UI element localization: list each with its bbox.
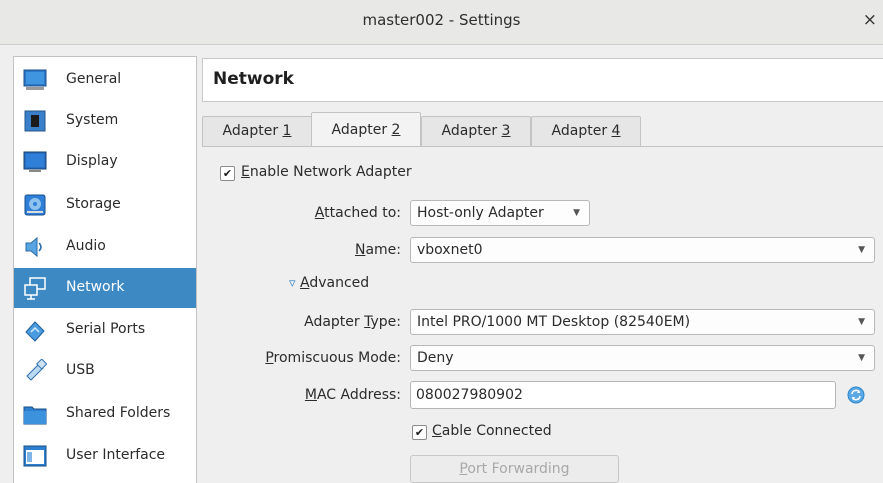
sidebar-item-shared-folders[interactable]: Shared Folders [14, 394, 196, 434]
mac-address-label: MAC Address: [304, 387, 401, 403]
promiscuous-mode-select[interactable]: Deny ▼ [410, 345, 875, 371]
adapter-panel: ✔ Enable Network Adapter Attached to: Ho… [202, 146, 883, 483]
window-titlebar: master002 - Settings × [0, 0, 883, 45]
attached-to-label: Attached to: [314, 205, 401, 221]
chevron-down-icon: ▼ [573, 208, 580, 218]
attached-to-select[interactable]: Host-only Adapter ▼ [410, 200, 590, 226]
promiscuous-mode-label: Promiscuous Mode: [265, 350, 401, 366]
display-icon [23, 151, 47, 172]
sidebar-item-network[interactable]: Network [14, 268, 196, 308]
cable-connected-label: Cable Connected [432, 423, 552, 439]
chevron-down-icon: ▼ [858, 245, 865, 255]
folder-icon [23, 406, 47, 425]
sidebar-item-user-interface[interactable]: User Interface [14, 436, 196, 476]
enable-adapter-label: Enable Network Adapter [241, 164, 412, 180]
mac-address-input[interactable]: 080027980902 [410, 381, 836, 409]
monitor-icon [23, 69, 47, 90]
sidebar-item-label: Display [66, 153, 118, 169]
ui-icon [23, 445, 47, 467]
sidebar-item-label: Storage [66, 196, 121, 212]
page-header: Network [202, 58, 883, 102]
chip-icon [24, 110, 46, 132]
tab-adapter-2[interactable]: Adapter 2 [311, 112, 421, 147]
sidebar-item-label: User Interface [66, 447, 166, 463]
sidebar-item-general[interactable]: General [14, 60, 196, 100]
sidebar-item-label: Network [66, 279, 125, 295]
enable-adapter-checkbox[interactable]: ✔ [220, 166, 235, 181]
name-label: Name: [354, 242, 401, 258]
name-select[interactable]: vboxnet0 ▼ [410, 237, 875, 263]
sidebar-item-storage[interactable]: Storage [14, 185, 196, 225]
tab-adapter-3[interactable]: Adapter 3 [421, 116, 531, 146]
network-icon [24, 277, 46, 300]
expand-triangle-icon: ▿ [289, 276, 296, 291]
sidebar-item-audio[interactable]: Audio [14, 227, 196, 267]
disk-icon [24, 194, 46, 216]
sidebar-item-usb[interactable]: USB [14, 351, 196, 391]
sidebar-item-label: Audio [66, 238, 106, 254]
sidebar-item-serial-ports[interactable]: Serial Ports [14, 310, 196, 350]
sidebar-item-system[interactable]: System [14, 101, 196, 141]
cable-connected-checkbox[interactable]: ✔ [412, 425, 427, 440]
serial-icon [25, 321, 45, 342]
refresh-icon[interactable] [847, 386, 865, 404]
window-title: master002 - Settings [362, 11, 521, 29]
sidebar-item-display[interactable]: Display [14, 142, 196, 182]
close-button[interactable]: × [863, 10, 877, 30]
adapter-type-label: Adapter Type: [304, 314, 401, 330]
advanced-toggle[interactable]: ▿ Advanced [289, 275, 369, 291]
sidebar-item-label: USB [66, 362, 95, 378]
sidebar-item-label: Shared Folders [66, 405, 171, 421]
page-title: Network [213, 69, 294, 89]
port-forwarding-button[interactable]: Port Forwarding [410, 455, 619, 483]
chevron-down-icon: ▼ [858, 317, 865, 327]
usb-icon [26, 359, 47, 381]
sidebar-item-label: System [66, 112, 119, 128]
tab-adapter-4[interactable]: Adapter 4 [531, 116, 641, 146]
sidebar-item-label: General [66, 71, 122, 87]
chevron-down-icon: ▼ [858, 353, 865, 363]
settings-sidebar: General System Display Storage Audio Net… [13, 56, 197, 483]
adapter-type-select[interactable]: Intel PRO/1000 MT Desktop (82540EM) ▼ [410, 309, 875, 335]
tab-adapter-1[interactable]: Adapter 1 [202, 116, 312, 146]
speaker-icon [25, 236, 42, 258]
sidebar-item-label: Serial Ports [66, 321, 146, 337]
